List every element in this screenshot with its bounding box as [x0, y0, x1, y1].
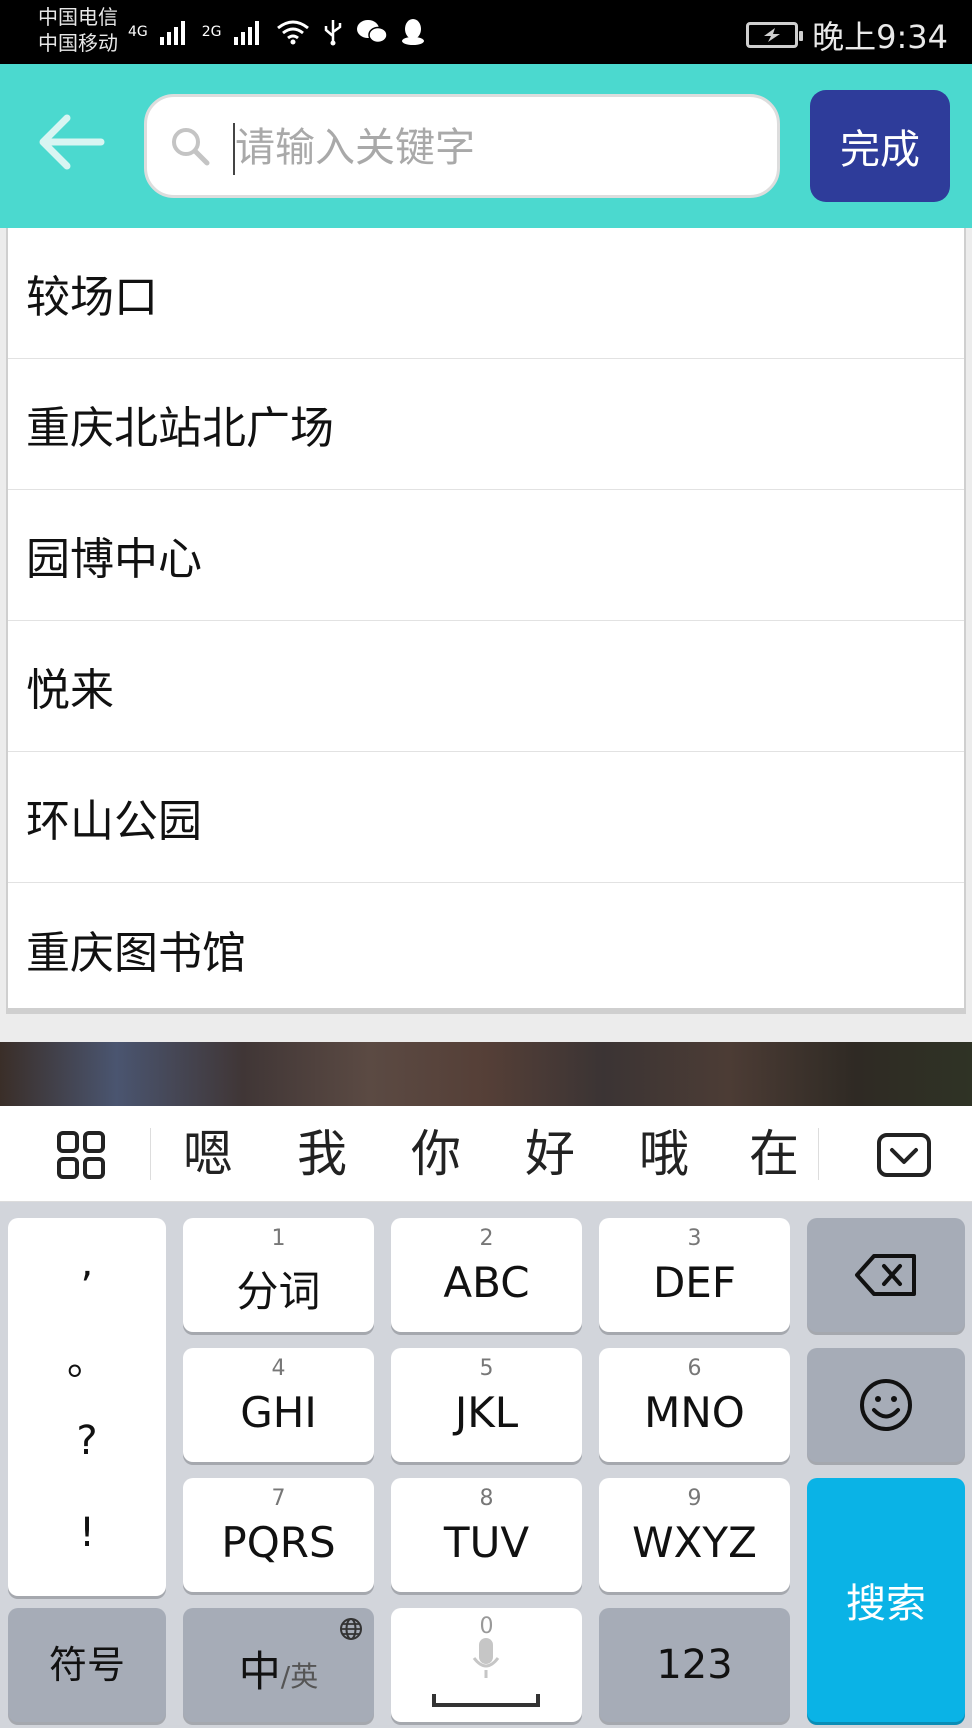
key-label: JKL: [454, 1388, 519, 1437]
candidate-bar: 嗯 我 你 好 哦 在: [0, 1106, 972, 1202]
blurred-background: [0, 1042, 972, 1106]
key-7[interactable]: 7 PQRS: [183, 1478, 374, 1592]
network-type-1: 4G: [128, 24, 148, 40]
key-label: 分词: [236, 1267, 321, 1316]
back-button[interactable]: [28, 100, 112, 184]
search-box[interactable]: [144, 94, 780, 198]
punct-comma: ,: [80, 1240, 94, 1286]
emoji-key[interactable]: [807, 1348, 965, 1462]
list-item[interactable]: 重庆北站北广场: [8, 359, 964, 490]
key-label: ABC: [443, 1258, 530, 1307]
key-number: 8: [479, 1486, 494, 1511]
candidate-word[interactable]: 好: [510, 1124, 590, 1184]
key-number: 9: [687, 1486, 702, 1511]
candidate-word[interactable]: 你: [396, 1124, 476, 1184]
key-9[interactable]: 9 WXYZ: [599, 1478, 790, 1592]
list-item[interactable]: 园博中心: [8, 490, 964, 621]
carrier-1: 中国电信: [38, 5, 118, 29]
qq-icon: [401, 19, 424, 45]
emoji-icon: [860, 1379, 912, 1431]
carrier-info: 中国电信 中国移动: [38, 4, 118, 56]
key-1[interactable]: 1 分词: [183, 1218, 374, 1332]
key-number: 2: [479, 1226, 494, 1251]
signal-icon-2: [233, 21, 259, 45]
symbols-key[interactable]: 符号: [8, 1608, 166, 1722]
battery-icon: [746, 22, 804, 48]
key-label: GHI: [240, 1388, 317, 1437]
candidate-separator: [150, 1128, 151, 1180]
text-cursor: [233, 123, 235, 175]
key-8[interactable]: 8 TUV: [391, 1478, 582, 1592]
punct-question: ?: [76, 1418, 98, 1464]
lang-main-label: 中: [238, 1647, 281, 1696]
collapse-keyboard-icon[interactable]: [876, 1132, 932, 1178]
key-number: 1: [271, 1226, 286, 1251]
list-item[interactable]: 环山公园: [8, 752, 964, 883]
key-label: MNO: [644, 1388, 745, 1437]
numbers-key[interactable]: 123: [599, 1608, 790, 1722]
status-bar: 中国电信 中国移动 4G 2G 晚上9:34: [0, 0, 972, 64]
done-button[interactable]: 完成: [810, 90, 950, 202]
candidate-word[interactable]: 嗯: [168, 1124, 248, 1184]
backspace-icon: [855, 1254, 916, 1296]
search-input[interactable]: [233, 115, 757, 181]
delete-key[interactable]: [807, 1218, 965, 1332]
search-icon: [172, 128, 210, 166]
punct-exclaim: !: [78, 1510, 96, 1556]
signal-icon: [159, 21, 185, 45]
status-right: 晚上9:34: [746, 12, 948, 58]
network-type-2: 2G: [201, 24, 222, 40]
list-item[interactable]: 悦来: [8, 621, 964, 752]
wechat-icon: [356, 20, 388, 44]
key-2[interactable]: 2 ABC: [391, 1218, 582, 1332]
key-3[interactable]: 3 DEF: [599, 1218, 790, 1332]
keyboard: , 。 ? ! 1 分词 2 ABC 3 DEF 4 GHI 5 JKL 6 M…: [0, 1202, 972, 1728]
status-icons: 4G 2G: [128, 14, 426, 50]
candidate-separator: [818, 1128, 819, 1180]
key-label: DEF: [652, 1258, 737, 1307]
search-key[interactable]: 搜索: [807, 1478, 965, 1722]
candidate-word[interactable]: 哦: [624, 1124, 704, 1184]
key-6[interactable]: 6 MNO: [599, 1348, 790, 1462]
candidate-word[interactable]: 在: [734, 1124, 814, 1184]
candidate-word[interactable]: 我: [282, 1124, 362, 1184]
language-switch-key[interactable]: 中/英: [183, 1608, 374, 1722]
key-5[interactable]: 5 JKL: [391, 1348, 582, 1462]
clock: 晚上9:34: [812, 18, 948, 56]
key-number: 7: [271, 1486, 286, 1511]
key-label: TUV: [443, 1518, 530, 1567]
list-bottom-border: [6, 1008, 966, 1014]
wifi-icon: [276, 20, 309, 45]
key-number: 4: [271, 1356, 286, 1381]
list-item[interactable]: 较场口: [8, 228, 964, 359]
grid-menu-icon[interactable]: [56, 1130, 106, 1180]
key-4[interactable]: 4 GHI: [183, 1348, 374, 1462]
space-bar-icon: [432, 1694, 540, 1707]
key-label: PQRS: [221, 1518, 336, 1567]
carrier-2: 中国移动: [38, 31, 118, 55]
back-arrow-icon: [39, 114, 105, 170]
list-item[interactable]: 重庆图书馆: [8, 883, 964, 1014]
key-number: 3: [687, 1226, 702, 1251]
punct-period: 。: [67, 1338, 107, 1384]
usb-icon: [324, 20, 341, 46]
microphone-icon: [472, 1638, 500, 1678]
suggestion-list: 较场口 重庆北站北广场 园博中心 悦来 环山公园 重庆图书馆: [6, 228, 966, 1010]
space-key[interactable]: 0: [391, 1608, 582, 1722]
key-number: 5: [479, 1356, 494, 1381]
key-label: WXYZ: [632, 1518, 757, 1567]
key-number: 6: [687, 1356, 702, 1381]
lang-sub-label: /英: [280, 1660, 319, 1693]
punctuation-key[interactable]: , 。 ? !: [8, 1218, 166, 1596]
